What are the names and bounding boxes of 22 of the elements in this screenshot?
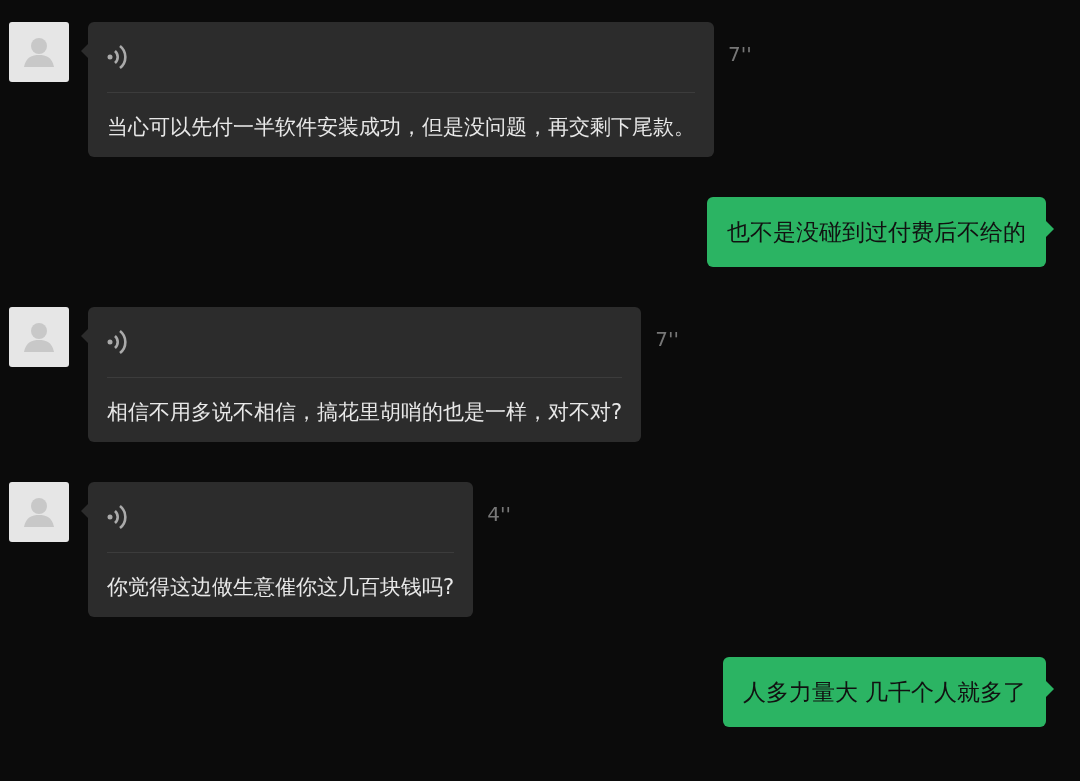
transcribed-text: 当心可以先付一半软件安装成功，但是没问题，再交剩下尾款。 [107, 114, 695, 141]
received-message-bubble[interactable]: 你觉得这边做生意催你这几百块钱吗? [88, 482, 474, 617]
voice-wave-icon [107, 502, 129, 532]
bubble-tail [81, 504, 88, 518]
voice-duration: 7'' [655, 327, 679, 351]
person-icon [23, 322, 55, 352]
voice-wave-icon [107, 327, 129, 357]
voice-wave-icon [107, 42, 129, 72]
voice-duration: 7'' [728, 42, 752, 66]
transcribed-text: 你觉得这边做生意催你这几百块钱吗? [107, 574, 455, 601]
received-message-bubble[interactable]: 相信不用多说不相信，搞花里胡哨的也是一样，对不对? [88, 307, 642, 442]
bubble-tail [81, 44, 88, 58]
bubble-tail [81, 329, 88, 343]
person-icon [23, 497, 55, 527]
sent-message: 人多力量大 几千个人就多了 [722, 657, 1046, 727]
sent-message: 也不是没碰到过付费后不给的 [707, 197, 1046, 267]
received-message-bubble[interactable]: 当心可以先付一半软件安装成功，但是没问题，再交剩下尾款。 [88, 22, 714, 157]
voice-duration: 4'' [487, 502, 511, 526]
bubble-tail [1046, 221, 1054, 237]
person-icon [23, 37, 55, 67]
bubble-tail [1046, 681, 1054, 697]
transcribed-text: 相信不用多说不相信，搞花里胡哨的也是一样，对不对? [107, 399, 623, 426]
